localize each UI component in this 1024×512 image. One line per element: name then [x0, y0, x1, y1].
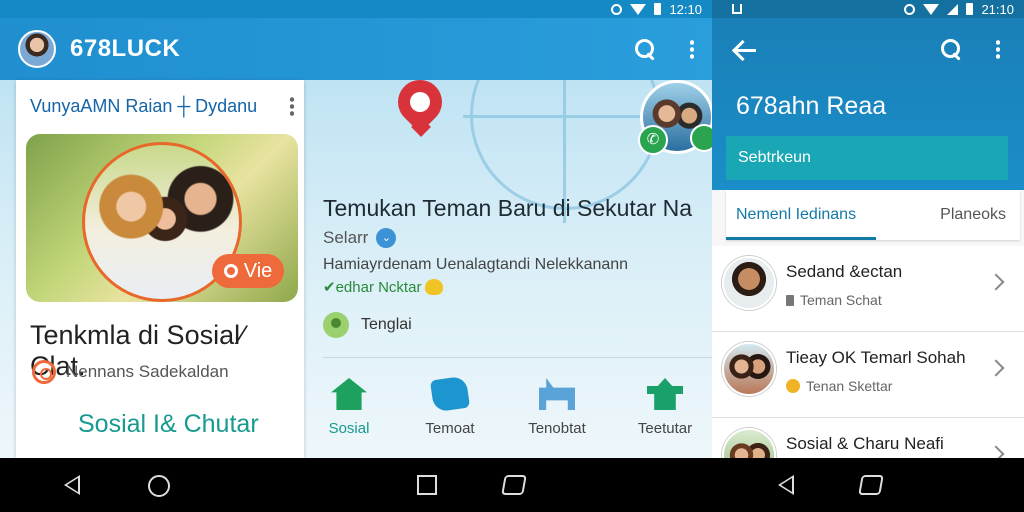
contact-row[interactable]: Sedand &ectan Teman Schat	[712, 246, 1024, 332]
card-link[interactable]: Sosial I& Chutar	[78, 410, 259, 439]
tab-sosial[interactable]: Sosial	[299, 378, 399, 437]
download-icon	[732, 4, 742, 14]
alarm-icon	[904, 3, 916, 15]
contacts-title: 678ahn Reaa	[736, 92, 887, 120]
feed-card[interactable]: VunyaAMN Raian ┼ Dydanu Vie Tenkmla di S…	[16, 80, 304, 458]
cat-icon	[539, 378, 575, 410]
place-icon	[647, 378, 683, 410]
tab-friends[interactable]: Nemenl Iedinans	[736, 206, 856, 224]
live-dot-icon	[223, 264, 238, 278]
contact-sub-label: Teman Schat	[800, 292, 882, 308]
contact-sub-label: Tenan Skettar	[806, 378, 893, 394]
tab-tenobtat[interactable]: Tenobtat	[507, 378, 607, 437]
card-photo[interactable]: Vie	[26, 134, 298, 302]
location-row[interactable]: Tenglai	[323, 312, 412, 338]
nav-home-icon[interactable]	[148, 475, 170, 497]
ferris-wheel-illustration	[463, 80, 673, 223]
tag-label: ✔edhar Ncktar	[323, 279, 422, 296]
contact-sub: Teman Schat	[786, 292, 882, 308]
nav-overview-icon[interactable]	[501, 475, 527, 495]
smile-icon	[786, 379, 800, 393]
alarm-icon	[611, 3, 623, 15]
headline-meta: Selarr ⌄	[323, 228, 397, 248]
meta-label: Selarr	[323, 228, 369, 247]
contact-name: Tieay OK Temarl Sohah	[786, 348, 966, 367]
tab-label: Sosial	[328, 420, 370, 437]
headline: Temukan Teman Baru di Sekutar Na	[323, 195, 693, 221]
phone-icon[interactable]: ✆	[638, 125, 668, 155]
profile-avatar[interactable]	[18, 30, 56, 68]
chevron-right-icon[interactable]	[987, 273, 1005, 291]
chat-icon	[429, 375, 471, 413]
home-icon	[331, 378, 367, 410]
live-badge[interactable]: Vie	[212, 254, 284, 288]
tab-temoat[interactable]: Temoat	[400, 375, 500, 437]
search-icon[interactable]	[940, 38, 962, 60]
avatar	[722, 342, 776, 396]
contact-sub: Tenan Skettar	[786, 378, 892, 394]
card-subtitle: Nennans Sadekaldan	[66, 362, 229, 381]
swirl-icon	[32, 360, 56, 384]
chevron-right-icon[interactable]	[987, 359, 1005, 377]
wifi-icon	[630, 3, 647, 15]
headline-tag: ✔edhar Ncktar	[323, 278, 444, 296]
battery-icon	[966, 3, 974, 15]
wifi-icon	[923, 3, 940, 15]
tab-label: Temoat	[425, 420, 475, 437]
headline-description: Hamiayrdenam Uenalagtandi Nelekkanann	[323, 256, 629, 273]
tab-indicator	[726, 237, 876, 240]
status-bar-left: 12:10	[0, 0, 712, 18]
tab-planeoks[interactable]: Planeoks	[940, 206, 1006, 224]
battery-icon	[654, 3, 662, 15]
hand-emoji-icon	[425, 279, 444, 295]
app-title: 678LUCK	[70, 35, 181, 62]
search-button[interactable]: Sebtrkeun	[726, 136, 1008, 180]
status-time-right: 21:10	[981, 1, 1014, 17]
nav-back-icon[interactable]	[64, 475, 80, 495]
more-options-icon[interactable]	[996, 39, 1000, 59]
status-time-left: 12:10	[669, 1, 702, 17]
avatar	[722, 256, 776, 310]
contact-name: Sedand &ectan	[786, 262, 903, 281]
contact-row[interactable]: Tieay OK Temarl Sohah Tenan Skettar	[712, 332, 1024, 418]
live-label: Vie	[243, 259, 273, 282]
divider	[323, 357, 712, 358]
location-label: Tenglai	[361, 316, 412, 333]
nav-recents-icon[interactable]	[417, 475, 437, 495]
tab-label: Tenobtat	[528, 420, 586, 437]
map-pin-icon	[323, 312, 349, 338]
contacts-header: 678ahn Reaa Sebtrkeun	[712, 18, 1024, 190]
app-bar: 678LUCK	[0, 18, 712, 80]
system-nav-bar	[0, 458, 1024, 512]
card-subtitle-row: Nennans Sadekaldan	[32, 360, 229, 384]
nav-overview-icon[interactable]	[858, 475, 884, 495]
chevron-down-icon[interactable]: ⌄	[376, 228, 397, 248]
nav-back-icon[interactable]	[778, 475, 794, 495]
more-options-icon[interactable]	[690, 39, 694, 59]
contact-name: Sosial & Charu Neafi	[786, 434, 944, 453]
tab-label: Teetutar	[637, 420, 693, 437]
status-bar-right: 21:10	[712, 0, 1024, 18]
contacts-body: Nemenl Iedinans Planeoks Sedand &ectan T…	[712, 190, 1024, 504]
signal-icon	[947, 3, 959, 15]
document-icon	[786, 294, 794, 306]
back-arrow-icon[interactable]	[732, 40, 756, 60]
tab-teetutar[interactable]: Teetutar	[615, 378, 715, 437]
card-more-icon[interactable]	[290, 96, 294, 116]
contacts-tabs: Nemenl Iedinans Planeoks	[726, 190, 1020, 240]
card-header: VunyaAMN Raian ┼ Dydanu	[30, 96, 258, 116]
search-icon[interactable]	[634, 38, 656, 60]
